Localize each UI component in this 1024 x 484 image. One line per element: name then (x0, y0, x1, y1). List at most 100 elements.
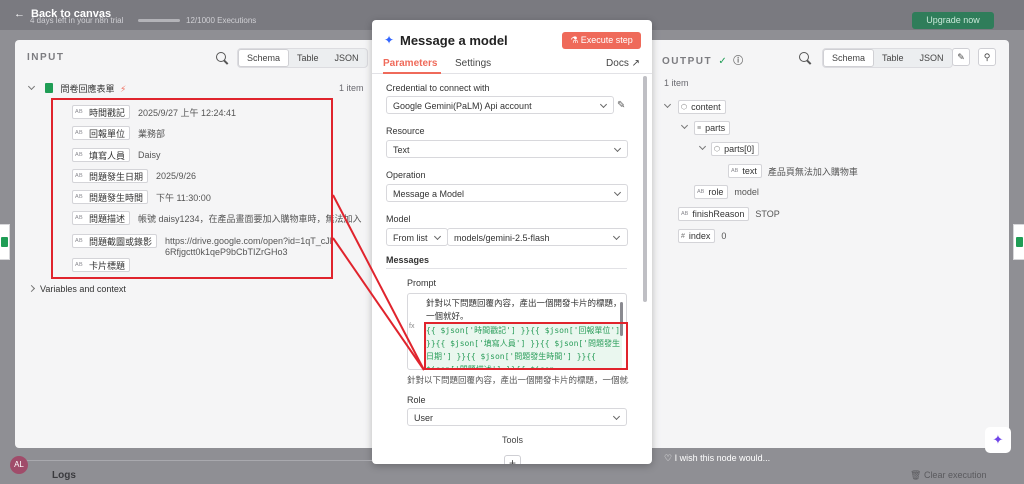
credential-select[interactable]: Google Gemini(PaLM) Api account (386, 96, 614, 114)
prompt-label: Prompt (407, 278, 437, 288)
output-view-toggle: Schema Table JSON (822, 48, 953, 68)
avatar[interactable]: AL (10, 456, 28, 474)
chevron-down-icon[interactable] (680, 121, 689, 130)
model-mode-select[interactable]: From list (386, 228, 448, 246)
google-sheets-icon (45, 83, 53, 93)
chevron-down-icon (613, 188, 622, 197)
view-schema[interactable]: Schema (823, 49, 875, 67)
input-item-count: 1 item (339, 83, 364, 93)
chevron-down-icon (433, 232, 442, 241)
add-tool-button[interactable]: + (504, 455, 521, 464)
operation-label: Operation (386, 170, 426, 180)
logs-divider (14, 460, 372, 461)
lightbulb-icon: ♡ (664, 453, 675, 463)
left-node-tab[interactable] (0, 224, 10, 260)
operation-select[interactable]: Message a Model (386, 184, 628, 202)
prompt-text: 針對以下問題回覆內容，產出一個開發卡片的標題，一個就好。 (426, 298, 622, 321)
model-label: Model (386, 214, 411, 224)
pencil-icon: ✎ (957, 52, 965, 62)
trash-icon: 🗑 (910, 470, 924, 480)
arrow-left-icon: ← (14, 8, 25, 20)
output-field: ⬡ content (678, 100, 726, 114)
pin-icon: ⚲ (983, 52, 991, 62)
trial-text: 4 days left in your n8n trial (30, 16, 124, 25)
variables-context-toggle[interactable]: Variables and context (40, 284, 126, 294)
input-panel: INPUT Schema Table JSON 問卷回應表單 ⚡ 1 item … (15, 40, 372, 448)
execute-step-button[interactable]: ⚗ Execute step (562, 32, 641, 49)
expression-fx-icon: fx (409, 323, 415, 330)
search-icon[interactable] (216, 52, 226, 62)
chevron-down-icon[interactable] (27, 82, 36, 91)
executions-progress (138, 19, 180, 22)
tools-label: Tools (502, 435, 524, 445)
model-select[interactable]: models/gemini-2.5-flash (447, 228, 628, 246)
view-json[interactable]: JSON (327, 49, 367, 67)
input-node-header[interactable]: 問卷回應表單 ⚡ (45, 82, 126, 95)
highlight-input-fields (51, 98, 333, 279)
clear-execution-button[interactable]: 🗑 Clear execution (910, 470, 986, 481)
edit-output-button[interactable]: ✎ (952, 48, 970, 66)
output-panel: OUTPUT ✓ ⓘ Schema Table JSON ✎ ⚲ 1 item … (652, 40, 1009, 448)
output-field: AB text 產品頁無法加入購物車 (728, 164, 858, 178)
sparkle-icon: ✦ (992, 432, 1004, 447)
string-type-icon: AB (681, 211, 689, 217)
gemini-icon: ✦ (384, 33, 395, 47)
pin-data-button[interactable]: ⚲ (978, 48, 996, 66)
output-field: AB finishReason STOP (678, 207, 780, 221)
ai-assistant-button[interactable]: ✦ (985, 427, 1011, 453)
output-field: ≡ parts (694, 121, 731, 135)
node-modal: ✦ Message a model ⚗ Execute step Paramet… (372, 20, 652, 464)
success-check-icon: ✓ (718, 56, 727, 67)
list-icon: ≡ (697, 124, 702, 132)
output-title: OUTPUT ✓ ⓘ (662, 56, 744, 67)
feedback-prompt[interactable]: ♡ I wish this node would... (664, 453, 770, 464)
edit-credential-icon[interactable]: ✎ (617, 100, 625, 111)
view-table[interactable]: Table (289, 49, 327, 67)
chevron-down-icon[interactable] (663, 100, 672, 109)
role-select[interactable]: User (407, 408, 627, 426)
tab-parameters[interactable]: Parameters (383, 58, 437, 69)
upgrade-button[interactable]: Upgrade now (912, 12, 994, 29)
view-json[interactable]: JSON (912, 49, 952, 67)
input-view-toggle: Schema Table JSON (237, 48, 368, 68)
google-sheets-icon (1, 237, 8, 247)
object-icon: ⬡ (714, 146, 721, 153)
modal-scrollbar[interactable] (643, 76, 647, 302)
output-item-count: 1 item (664, 78, 689, 88)
resource-label: Resource (386, 126, 425, 136)
tab-settings[interactable]: Settings (455, 58, 491, 69)
trigger-bolt-icon: ⚡ (120, 84, 127, 94)
tab-docs[interactable]: Docs ↗ (606, 58, 640, 69)
flask-icon: ⚗ (570, 35, 581, 45)
node-title[interactable]: Message a model (400, 33, 508, 48)
highlight-prompt-expression (424, 322, 628, 370)
messages-divider (386, 268, 627, 269)
chevron-down-icon (599, 100, 608, 109)
info-icon[interactable]: ⓘ (733, 56, 743, 67)
chevron-down-icon (612, 412, 621, 421)
view-schema[interactable]: Schema (238, 49, 290, 67)
output-field: AB role model (694, 185, 759, 199)
executions-text: 12/1000 Executions (186, 16, 257, 25)
search-icon[interactable] (799, 52, 809, 62)
messages-label: Messages (386, 255, 430, 265)
prompt-preview: 針對以下問題回覆內容，產出一個開發卡片的標題，一個就... (407, 375, 629, 385)
external-link-icon: ↗ (631, 58, 640, 69)
string-type-icon: AB (731, 168, 739, 174)
right-node-tab[interactable] (1013, 224, 1024, 260)
google-sheets-icon (1016, 237, 1023, 247)
output-field: # index 0 (678, 229, 726, 243)
logs-label[interactable]: Logs (52, 470, 76, 481)
resource-select[interactable]: Text (386, 140, 628, 158)
chevron-right-icon[interactable] (27, 284, 36, 293)
chevron-down-icon (613, 144, 622, 153)
number-icon: # (681, 232, 685, 240)
chevron-down-icon[interactable] (698, 142, 707, 151)
active-tab-indicator (383, 72, 441, 74)
object-icon: ⬡ (681, 104, 688, 111)
string-type-icon: AB (697, 189, 705, 195)
input-title: INPUT (27, 52, 65, 63)
credential-label: Credential to connect with (386, 83, 490, 93)
view-table[interactable]: Table (874, 49, 912, 67)
output-field: ⬡ parts[0] (711, 142, 760, 156)
